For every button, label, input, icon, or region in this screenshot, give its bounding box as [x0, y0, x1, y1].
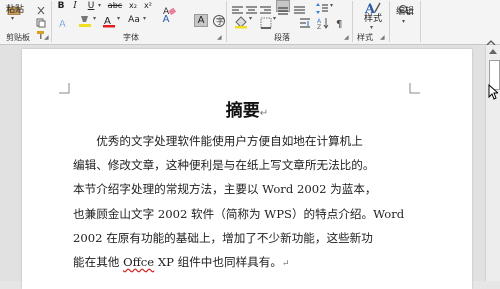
document-body[interactable]: 优秀的文字处理软件能使用户方便自如地在计算机上 编辑、修改文章，这种便利是与在纸… — [73, 129, 445, 276]
document-area: 摘要↵ 优秀的文字处理软件能使用户方便自如地在计算机上 编辑、修改文章，这种便利… — [0, 45, 485, 289]
justify-icon[interactable] — [276, 0, 290, 15]
scroll-up-arrow-icon[interactable] — [489, 49, 497, 54]
change-case-button[interactable]: Aa — [126, 14, 142, 26]
phonetic-guide-button[interactable]: A — [160, 14, 172, 26]
change-case-dropdown-icon[interactable]: ▾ — [143, 15, 146, 22]
svg-text:A: A — [59, 19, 66, 29]
subscript-button[interactable]: x₂ — [127, 0, 139, 12]
paragraph-group-label: 段落 — [274, 33, 290, 42]
enclose-char-icon[interactable]: 字 — [212, 13, 226, 32]
font-launcher-icon[interactable]: ◢ — [217, 34, 222, 41]
paragraph-launcher-icon[interactable]: ◢ — [344, 34, 349, 41]
margin-corner-mark — [59, 83, 70, 94]
text-effects-icon[interactable]: A — [58, 14, 70, 33]
document-title: 摘要↵ — [22, 96, 472, 121]
divider — [389, 1, 390, 42]
superscript-button[interactable]: x² — [142, 0, 154, 12]
borders-dropdown-icon[interactable]: ▾ — [273, 15, 276, 22]
editing-button[interactable]: 编辑 — [393, 6, 417, 18]
text-line: 本节介绍字处理的常规方法，主要以 Word 2002 为蓝本， — [73, 182, 377, 197]
strikethrough-button[interactable]: abc — [106, 0, 124, 12]
styles-launcher-icon[interactable]: ◢ — [380, 34, 385, 41]
text-line: 能在其他 Offce XP 组件中也同样具有。↵ — [73, 250, 445, 276]
divider — [51, 1, 52, 42]
clipboard-group-label: 剪贴板 — [6, 33, 30, 42]
mouse-pointer-icon — [488, 84, 498, 100]
paste-button[interactable]: 粘贴 — [4, 4, 26, 16]
svg-text:字: 字 — [216, 16, 224, 26]
text-segment: 能在其他 — [73, 255, 124, 270]
title-text: 摘要 — [225, 101, 260, 121]
highlight-icon[interactable] — [78, 13, 92, 32]
clipboard-launcher-icon[interactable]: ◢ — [44, 34, 49, 41]
styles-group-label: 样式 — [357, 33, 373, 42]
margin-corner-mark — [409, 83, 420, 94]
text-segment: XP 组件中也同样具有。 — [154, 255, 282, 270]
italic-button[interactable]: I — [70, 0, 80, 12]
show-marks-icon[interactable]: ¶ — [335, 14, 345, 33]
shading-dropdown-icon[interactable]: ▾ — [249, 15, 252, 22]
text-line: 优秀的文字处理软件能使用户方便自如地在计算机上 — [73, 134, 363, 148]
underline-dropdown-icon[interactable]: ▾ — [98, 2, 101, 9]
paragraph-mark: ↵ — [259, 108, 269, 119]
document-page[interactable]: 摘要↵ 优秀的文字处理软件能使用户方便自如地在计算机上 编辑、修改文章，这种便利… — [22, 49, 472, 289]
shading-icon[interactable] — [234, 14, 248, 33]
underline-button[interactable]: U — [86, 0, 96, 12]
bold-button[interactable]: B — [56, 0, 66, 12]
vertical-scrollbar[interactable] — [485, 45, 500, 281]
line-spacing-dropdown-icon[interactable]: ▾ — [330, 2, 333, 9]
borders-icon[interactable] — [260, 14, 272, 33]
text-line: 编辑、修改文章，这种便利是与在纸上写文章所无法比的。 — [73, 158, 375, 173]
text-line: 也兼顾金山文字 2002 软件（简称为 WPS）的特点介绍。Word — [73, 206, 405, 221]
paste-dropdown-icon[interactable]: ▾ — [11, 15, 14, 22]
spelling-error-word[interactable]: Offce — [123, 255, 154, 269]
char-border-button[interactable]: A — [194, 14, 208, 27]
font-group-label: 字体 — [123, 33, 139, 42]
chinese-layout-icon[interactable] — [299, 14, 311, 33]
divider — [420, 1, 421, 42]
font-color-dropdown-icon[interactable]: ▾ — [117, 15, 120, 22]
highlight-dropdown-icon[interactable]: ▾ — [93, 15, 96, 22]
text-line: 2002 在原有功能的基础上，增加了不少新功能，这些新功 — [73, 230, 373, 245]
svg-text:Z: Z — [317, 24, 321, 29]
sort-icon[interactable]: AZ — [317, 14, 330, 33]
font-color-icon[interactable]: A — [102, 13, 116, 32]
divider — [352, 1, 353, 42]
editing-dropdown-icon[interactable]: ▾ — [402, 18, 405, 25]
styles-dropdown-icon[interactable]: ▾ — [370, 24, 373, 31]
svg-text:¶: ¶ — [336, 19, 342, 29]
ribbon: 粘贴 ▾ 剪贴板 ◢ B I U ▾ abc x₂ x² A ▾ A ▾ Aa … — [0, 0, 500, 46]
divider — [226, 1, 227, 42]
paragraph-mark: ↵ — [281, 259, 290, 270]
